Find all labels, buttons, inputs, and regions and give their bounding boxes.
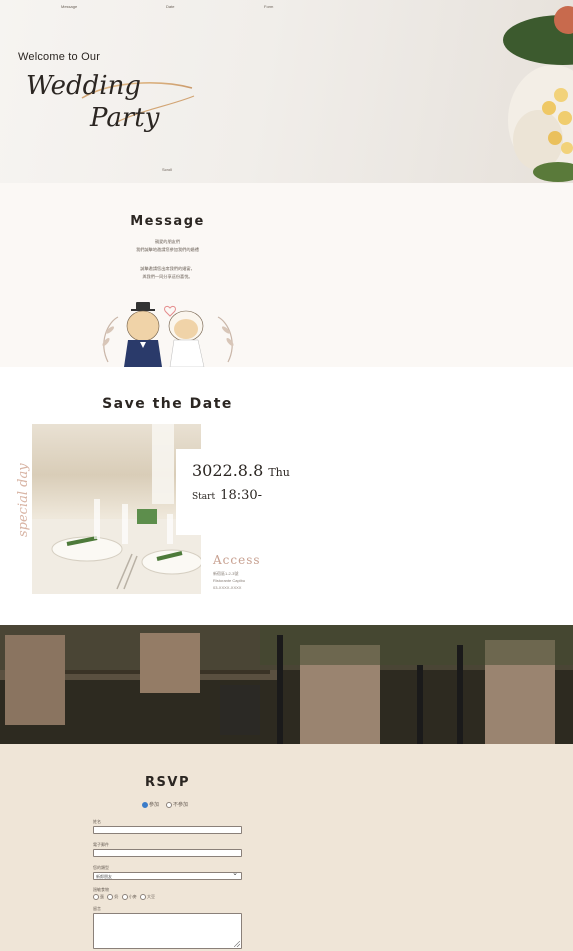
rsvp-section: RSVP 参加 不参加 — [0, 744, 573, 951]
start-label: Start — [192, 492, 216, 502]
save-the-date-title: Save the Date — [102, 395, 233, 412]
allergy-option: 小麥 — [128, 894, 137, 900]
note-label: 留言 — [93, 906, 101, 911]
event-date-value: 3022.8.8 — [192, 461, 264, 480]
attendance-radio-group: 参加 不参加 — [142, 801, 188, 808]
radio-icon[interactable] — [107, 894, 114, 900]
title-line-wedding: Wedding — [26, 71, 141, 101]
radio-icon[interactable] — [93, 894, 99, 900]
type-select-value: 新郎朋友 — [96, 874, 112, 879]
venue-banner-photo — [0, 625, 573, 744]
allergy-option: 大豆 — [147, 894, 156, 900]
save-the-date-section: Save the Date special day 3022.8.8 Thu S… — [0, 367, 573, 625]
event-weekday: Thu — [268, 466, 290, 479]
allergy-option: 蛋 — [100, 894, 104, 900]
radio-icon[interactable] — [121, 894, 128, 900]
wedding-party-title: Wedding Party — [26, 71, 195, 133]
message-section: Message 親愛的朋友們 我們誠摯地邀請您參加我們的婚禮 誠摯邀請您出席我們… — [0, 183, 573, 367]
access-venue: Ristorante Capibu — [213, 578, 246, 583]
email-input[interactable] — [93, 849, 242, 857]
access-title: Access — [213, 553, 261, 567]
access-address: 新宿區1-2-3號 — [213, 571, 239, 576]
radio-icon[interactable] — [165, 801, 172, 808]
not-attend-option[interactable]: 不参加 — [165, 801, 188, 808]
not-attend-label: 不参加 — [172, 802, 188, 808]
message-line: 我們誠摯地邀請您參加我們的婚禮 — [136, 247, 199, 252]
nav-link-message[interactable]: Message — [61, 4, 77, 9]
message-line: 與我們一同分享這份喜悅。 — [142, 274, 193, 279]
svg-text:special day: special day — [16, 463, 31, 537]
nav-link-date[interactable]: Date — [166, 4, 174, 9]
couple-illustration — [102, 302, 234, 367]
allergy-label: 過敏食物 — [93, 887, 109, 892]
note-textarea[interactable] — [93, 913, 242, 949]
access-phone[interactable]: 03-XXXX-XXXX — [213, 585, 241, 590]
radio-selected-icon[interactable] — [142, 801, 148, 808]
type-label: 您的類型 — [93, 865, 109, 870]
start-time: 18:30- — [220, 488, 263, 503]
rsvp-title: RSVP — [145, 774, 190, 790]
scroll-indicator[interactable]: Scroll — [162, 167, 172, 172]
allergy-radio-group: 蛋 奶 小麥 大豆 — [93, 894, 155, 900]
nav-link-form[interactable]: Form — [264, 4, 273, 9]
type-select[interactable]: 新郎朋友 — [93, 870, 242, 880]
attend-option[interactable]: 参加 — [142, 801, 160, 808]
hero-section: Message Date Form Welcome to Our Wedding… — [0, 0, 573, 183]
radio-icon[interactable] — [140, 894, 147, 900]
name-label: 姓名 — [93, 819, 101, 824]
message-title: Message — [130, 213, 205, 229]
allergy-option: 奶 — [114, 894, 119, 900]
message-line: 親愛的朋友們 — [154, 239, 181, 244]
name-input[interactable] — [93, 826, 242, 834]
event-start: Start 18:30- — [192, 484, 262, 503]
event-date: 3022.8.8 Thu — [192, 461, 290, 480]
flower-decoration — [503, 6, 573, 182]
title-line-party: Party — [89, 103, 160, 133]
message-line: 誠摯邀請您出席我們的婚宴， — [140, 266, 195, 271]
resize-handle-icon[interactable] — [234, 941, 240, 947]
attend-label: 参加 — [149, 802, 160, 808]
email-label: 電子郵件 — [93, 842, 109, 847]
